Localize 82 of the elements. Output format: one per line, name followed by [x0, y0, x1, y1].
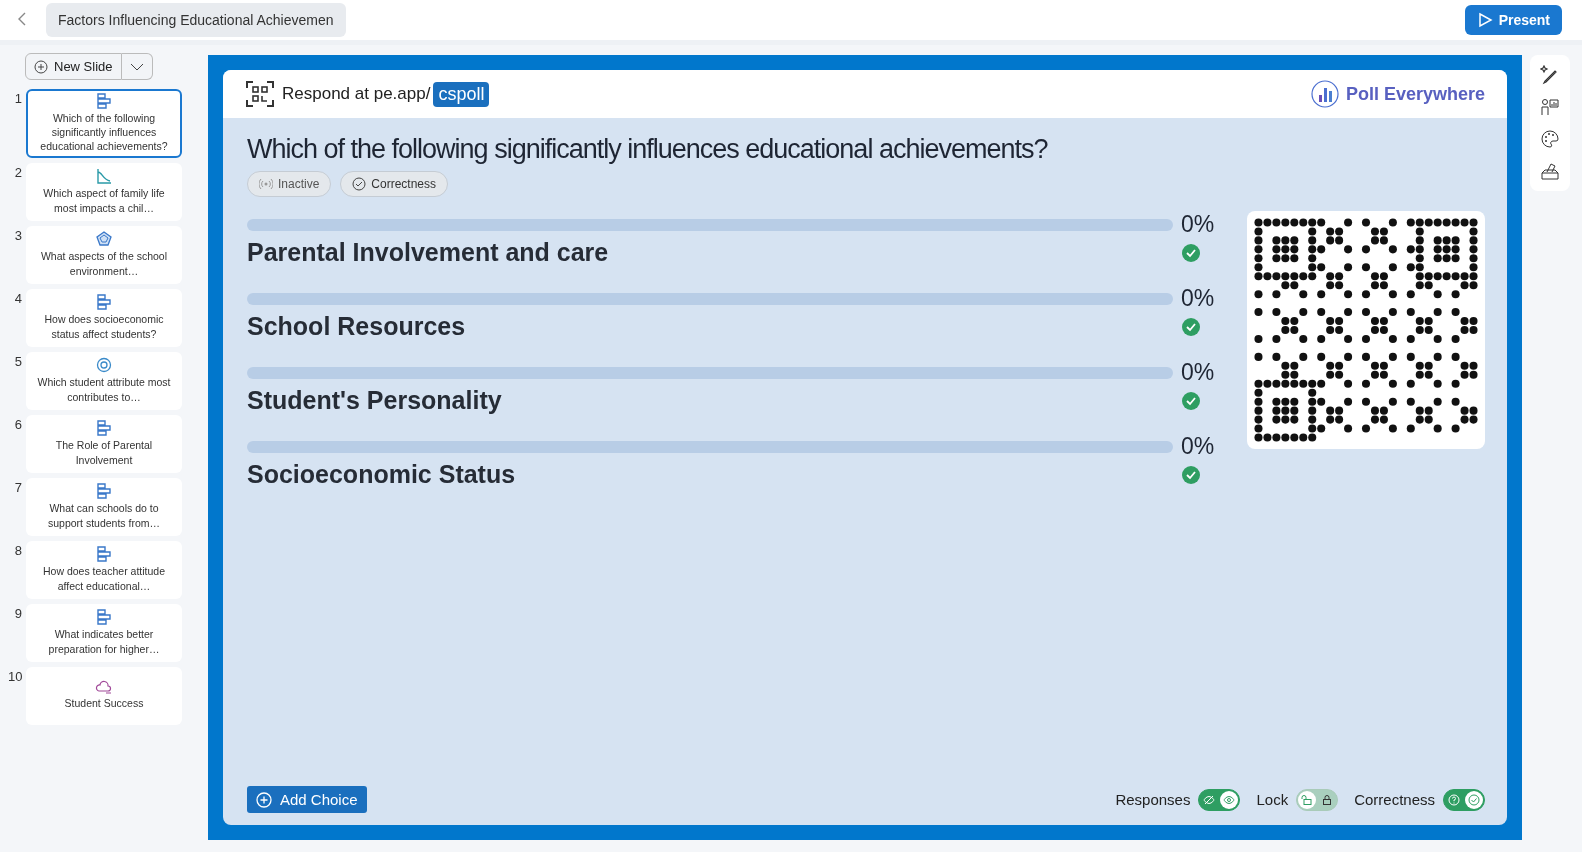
- slide-number: 1: [13, 90, 22, 108]
- slide-thumbnail[interactable]: How does socioeconomic status affect students?: [26, 288, 182, 347]
- slide-number: 8: [13, 541, 22, 560]
- present-button[interactable]: Present: [1464, 5, 1562, 35]
- unlocked-icon: [1301, 793, 1314, 806]
- palette-icon[interactable]: [1540, 129, 1560, 149]
- cloud-icon: [95, 680, 113, 695]
- status-tag: Inactive: [247, 171, 332, 197]
- slide-number: 4: [13, 289, 22, 308]
- bar-chart-icon: [96, 609, 112, 626]
- slide-number: 9: [13, 604, 22, 623]
- slide-thumbnail[interactable]: What can schools do to support students from…: [26, 477, 182, 536]
- slide-title: What indicates better preparation for higher…: [47, 627, 161, 656]
- target-icon: [96, 357, 112, 374]
- slide-title: The Role of Parental Involvement: [54, 438, 154, 467]
- slide-number: 10: [8, 667, 22, 686]
- slide-title: How does teacher attitude affect educational…: [42, 564, 166, 593]
- slide-thumbnail[interactable]: Student Success: [26, 666, 182, 725]
- slide-thumbnail[interactable]: Which of the following significantly influences educational achievements?: [26, 89, 182, 158]
- ballot-box-icon[interactable]: [1540, 161, 1560, 181]
- line-chart-icon: [96, 168, 112, 185]
- slide-title: Student Success: [64, 696, 144, 711]
- slide-number: 2: [13, 163, 22, 182]
- choice-label[interactable]: School Resources: [247, 312, 466, 341]
- bar-chart-icon: [96, 420, 112, 437]
- eye-slash-icon: [1203, 793, 1216, 806]
- slide-thumbnail[interactable]: Which aspect of family life most impacts a chil…: [26, 162, 182, 221]
- percentage-label: 0%: [1181, 359, 1216, 386]
- bar-chart-logo-icon: [1310, 80, 1339, 108]
- bar-chart-icon: [96, 294, 112, 311]
- broadcast-icon: [259, 177, 273, 191]
- question-title: Which of the following significantly influences educational achievements?: [247, 134, 1049, 165]
- slide-thumbnail[interactable]: Which student attribute most contributes to…: [26, 351, 182, 410]
- new-slide-button[interactable]: New Slide: [25, 53, 122, 80]
- back-chevron-icon: [18, 11, 28, 26]
- radar-chart-icon: [96, 231, 112, 248]
- slide-thumbnail[interactable]: How does teacher attitude affect educational…: [26, 540, 182, 599]
- toggle-label: Lock: [1256, 791, 1289, 808]
- slide-number: 3: [13, 226, 22, 245]
- plus-circle-icon: [256, 791, 272, 808]
- slide-thumbnail[interactable]: What indicates better preparation for higher…: [26, 603, 182, 662]
- add-choice-button[interactable]: Add Choice: [247, 786, 367, 813]
- question-circle-icon: [1448, 793, 1460, 806]
- presentation-title[interactable]: Factors Influencing Educational Achievemen: [46, 3, 346, 37]
- respond-instruction: Respond at pe.app/: [282, 84, 431, 104]
- slide-title: What aspects of the school environment…: [39, 249, 169, 278]
- play-icon: [1476, 12, 1493, 28]
- correctness-toggle[interactable]: [1443, 788, 1485, 811]
- eye-icon: [1223, 793, 1236, 806]
- bar-chart-icon: [96, 546, 112, 563]
- slide-number: 7: [13, 478, 22, 497]
- choice-label[interactable]: Student's Personality: [247, 386, 502, 415]
- check-circle-icon: [352, 177, 367, 191]
- percentage-label: 0%: [1181, 433, 1216, 460]
- slide-number: 6: [13, 415, 22, 434]
- slide-thumbnail[interactable]: What aspects of the school environment…: [26, 225, 182, 284]
- presenter-icon[interactable]: [1540, 97, 1560, 117]
- plus-circle-icon: [34, 59, 48, 74]
- slide-title: How does socioeconomic status affect students?: [43, 312, 165, 341]
- slide-title: Which aspect of family life most impacts a chil…: [42, 186, 166, 215]
- lock-icon: [1321, 793, 1334, 806]
- qr-scan-icon: [245, 80, 275, 108]
- correctness-tag: Correctness: [340, 171, 449, 197]
- bar-chart-icon: [96, 93, 112, 109]
- poll-code: cspoll: [433, 81, 490, 107]
- slide-number: 5: [13, 352, 22, 371]
- bar-chart-icon: [96, 483, 112, 500]
- lock-toggle[interactable]: [1296, 788, 1339, 811]
- choice-label[interactable]: Parental Involvement and care: [247, 238, 609, 267]
- brand-name: Poll Everywhere: [1345, 83, 1485, 105]
- toggle-label: Correctness: [1354, 791, 1435, 808]
- caret-icon: [129, 63, 144, 71]
- slide-title: Which of the following significantly influences educational achievements?: [39, 111, 169, 154]
- responses-toggle[interactable]: [1198, 788, 1241, 811]
- percentage-label: 0%: [1181, 211, 1216, 238]
- percentage-label: 0%: [1181, 285, 1216, 312]
- choice-label[interactable]: Socioeconomic Status: [247, 460, 516, 489]
- check-circle-icon: [1468, 793, 1480, 806]
- slide-title: What can schools do to support students from…: [46, 501, 162, 530]
- slide-thumbnail[interactable]: The Role of Parental Involvement: [26, 414, 182, 473]
- toggle-label: Responses: [1115, 791, 1191, 808]
- slide-title: Which student attribute most contributes to…: [36, 375, 172, 404]
